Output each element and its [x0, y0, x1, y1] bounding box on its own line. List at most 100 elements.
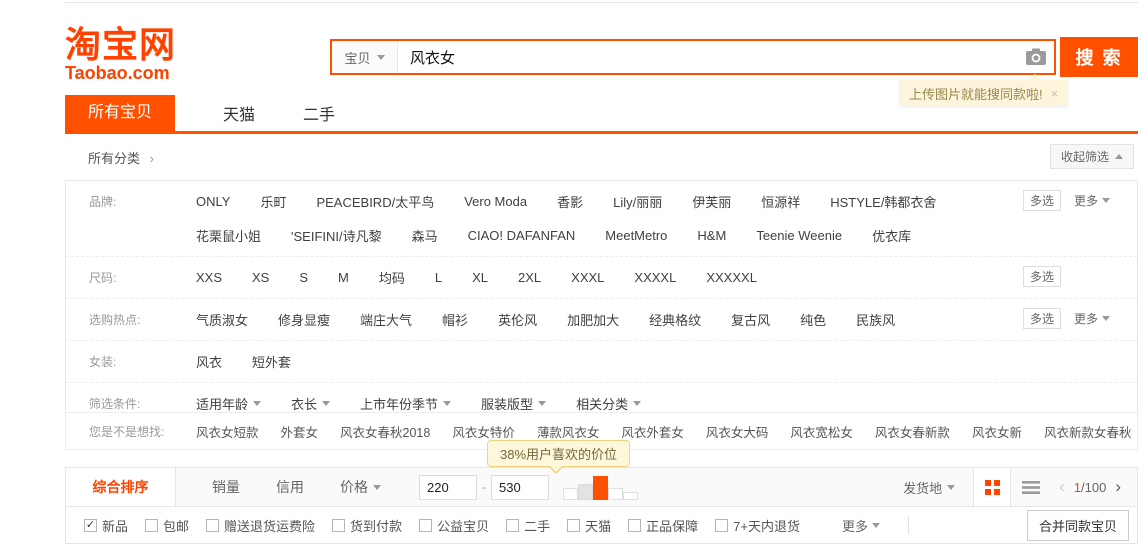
price-histogram[interactable]: [563, 474, 638, 500]
filter-option[interactable]: 优衣库: [872, 226, 911, 245]
filter-option[interactable]: Teenie Weenie: [756, 226, 842, 245]
filter-option[interactable]: MeetMetro: [605, 226, 667, 245]
sort-销量[interactable]: 销量: [212, 477, 240, 497]
checkbox-icon[interactable]: [419, 519, 432, 532]
tab-tmall[interactable]: 天猫: [223, 101, 255, 125]
sort-价格[interactable]: 价格: [340, 477, 381, 497]
checkbox-checked-icon[interactable]: ✓: [84, 519, 97, 532]
filter-option[interactable]: 经典格纹: [649, 310, 701, 329]
suggestion-link[interactable]: 风衣新款女春秋: [1044, 422, 1132, 441]
taobao-logo[interactable]: 淘宝网 Taobao.com: [65, 26, 176, 82]
filter-option[interactable]: 香影: [557, 192, 583, 211]
next-page-button[interactable]: ›: [1115, 477, 1121, 497]
histogram-bar[interactable]: [608, 488, 623, 500]
histogram-bar[interactable]: [578, 484, 593, 500]
multi-select-button[interactable]: 多选: [1023, 266, 1061, 287]
filter-option[interactable]: XS: [252, 268, 269, 287]
service-checkbox-公益宝贝[interactable]: 公益宝贝: [419, 516, 489, 535]
service-checkbox-新品[interactable]: ✓新品: [84, 516, 128, 535]
filter-option[interactable]: CIAO! DAFANFAN: [468, 226, 576, 245]
suggestion-link[interactable]: 外套女: [281, 422, 319, 441]
filter-option[interactable]: M: [338, 268, 349, 287]
filter-option[interactable]: Lily/丽丽: [613, 192, 662, 211]
service-checkbox-包邮[interactable]: 包邮: [145, 516, 189, 535]
filter-option[interactable]: 风衣: [196, 352, 222, 371]
filter-option[interactable]: 恒源祥: [761, 192, 800, 211]
filter-dropdown[interactable]: 衣长: [291, 394, 330, 413]
filter-option[interactable]: 均码: [379, 268, 405, 287]
histogram-bar[interactable]: [623, 492, 638, 500]
close-icon[interactable]: ×: [1051, 86, 1059, 101]
service-checkbox-7+天内退货[interactable]: 7+天内退货: [715, 516, 800, 535]
filter-option[interactable]: 修身显瘦: [278, 310, 330, 329]
suggestion-link[interactable]: 风衣宽松女: [790, 422, 853, 441]
suggestion-link[interactable]: 风衣女新: [972, 422, 1022, 441]
filter-option[interactable]: 乐町: [260, 192, 286, 211]
service-checkbox-货到付款[interactable]: 货到付款: [332, 516, 402, 535]
filter-option[interactable]: Vero Moda: [464, 192, 527, 211]
price-min-input[interactable]: [419, 475, 477, 500]
sort-信用[interactable]: 信用: [276, 477, 304, 497]
filter-option[interactable]: XXS: [196, 268, 222, 287]
search-category-select[interactable]: 宝贝: [332, 41, 398, 73]
suggestion-link[interactable]: 风衣女春新款: [875, 422, 950, 441]
filter-option[interactable]: 短外套: [252, 352, 291, 371]
filter-option[interactable]: 森马: [412, 226, 438, 245]
checkbox-icon[interactable]: [145, 519, 158, 532]
filter-option[interactable]: 帽衫: [442, 310, 468, 329]
filter-option[interactable]: 端庄大气: [360, 310, 412, 329]
tab-all-items[interactable]: 所有宝贝: [65, 95, 175, 131]
filter-option[interactable]: HSTYLE/韩都衣舍: [830, 192, 936, 211]
filter-option[interactable]: S: [299, 268, 308, 287]
grid-view-button[interactable]: [973, 468, 1011, 506]
histogram-bar-selected[interactable]: [593, 476, 608, 500]
filter-option[interactable]: 加肥加大: [567, 310, 619, 329]
filter-dropdown[interactable]: 服装版型: [481, 394, 546, 413]
checkbox-icon[interactable]: [567, 519, 580, 532]
ship-from-filter[interactable]: 发货地: [903, 478, 955, 497]
service-checkbox-天猫[interactable]: 天猫: [567, 516, 611, 535]
search-button[interactable]: 搜 索: [1060, 37, 1138, 77]
collapse-filters-button[interactable]: 收起筛选: [1050, 144, 1134, 169]
filter-dropdown[interactable]: 适用年龄: [196, 394, 261, 413]
suggestion-link[interactable]: 风衣外套女: [621, 422, 684, 441]
prev-page-button[interactable]: ‹: [1059, 477, 1065, 497]
filter-option[interactable]: XL: [472, 268, 488, 287]
filter-option[interactable]: XXXXL: [634, 268, 676, 287]
filter-option[interactable]: 花栗鼠小姐: [196, 226, 261, 245]
image-search-camera-button[interactable]: [1018, 41, 1054, 73]
checkbox-icon[interactable]: [715, 519, 728, 532]
filter-option[interactable]: 伊芙丽: [692, 192, 731, 211]
filter-option[interactable]: ONLY: [196, 192, 230, 211]
filter-dropdown[interactable]: 上市年份季节: [360, 394, 451, 413]
breadcrumb[interactable]: 所有分类 ›: [88, 148, 154, 167]
filter-option[interactable]: 气质淑女: [196, 310, 248, 329]
suggestion-link[interactable]: 风衣女春秋2018: [340, 422, 430, 441]
service-checkbox-二手[interactable]: 二手: [506, 516, 550, 535]
histogram-bar[interactable]: [563, 488, 578, 500]
sort-composite[interactable]: 综合排序: [66, 468, 176, 506]
services-more-button[interactable]: 更多: [842, 516, 880, 535]
checkbox-icon[interactable]: [206, 519, 219, 532]
service-checkbox-正品保障[interactable]: 正品保障: [628, 516, 698, 535]
filter-option[interactable]: 英伦风: [498, 310, 537, 329]
filter-option[interactable]: H&M: [697, 226, 726, 245]
filter-option[interactable]: 民族风: [856, 310, 895, 329]
price-max-input[interactable]: [491, 475, 549, 500]
search-input[interactable]: [398, 41, 1018, 73]
checkbox-icon[interactable]: [332, 519, 345, 532]
filter-option[interactable]: XXXXXL: [706, 268, 757, 287]
list-view-button[interactable]: [1011, 468, 1051, 506]
suggestion-link[interactable]: 薄款风衣女: [537, 422, 600, 441]
filter-option[interactable]: XXXL: [571, 268, 604, 287]
more-button[interactable]: 更多: [1074, 192, 1110, 209]
filter-dropdown[interactable]: 相关分类: [576, 394, 641, 413]
suggestion-link[interactable]: 风衣女特价: [452, 422, 515, 441]
filter-option[interactable]: 'SEIFINI/诗凡黎: [291, 226, 382, 245]
suggestion-link[interactable]: 风衣女大码: [706, 422, 769, 441]
multi-select-button[interactable]: 多选: [1023, 308, 1061, 329]
filter-option[interactable]: 纯色: [800, 310, 826, 329]
multi-select-button[interactable]: 多选: [1023, 190, 1061, 211]
filter-option[interactable]: 2XL: [518, 268, 541, 287]
more-button[interactable]: 更多: [1074, 310, 1110, 327]
